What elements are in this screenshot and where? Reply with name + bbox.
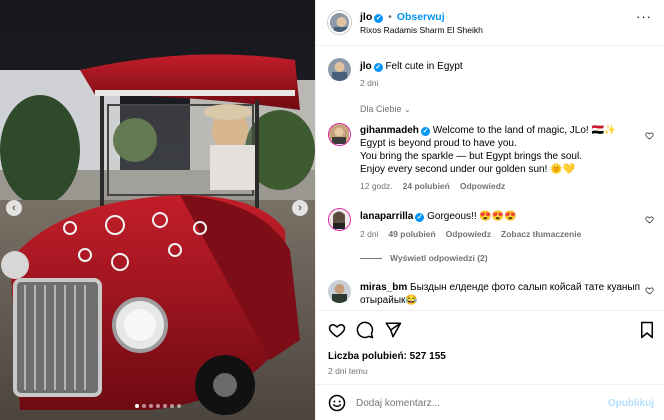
share-icon[interactable] [384, 321, 402, 339]
carousel-dot [148, 404, 153, 408]
caption-username[interactable]: jlo [360, 61, 372, 72]
comments-filter-dropdown[interactable]: Dla Ciebie ⌄ [360, 104, 411, 114]
caption-avatar[interactable] [328, 58, 351, 81]
more-options-icon[interactable]: ··· [636, 10, 652, 23]
avatar-image [329, 209, 349, 229]
avatar-image [330, 13, 349, 32]
comment-time: 2 dni [360, 229, 379, 239]
heart-icon[interactable] [645, 286, 654, 295]
comment-text: Быздын елденде фото салып койсай тате ку… [410, 282, 641, 293]
chevron-left-icon: ‹ [12, 201, 16, 214]
comment-line: You bring the sparkle — but Egypt brings… [360, 151, 582, 162]
caption-time: 2 dni [360, 78, 379, 88]
caption-text-row: jlo ✓ Felt cute in Egypt [360, 60, 463, 73]
carousel-dot [141, 404, 146, 408]
reply-button[interactable]: Odpowiedz [446, 229, 491, 239]
author-username[interactable]: jlo [360, 11, 372, 23]
author-avatar[interactable] [328, 11, 351, 34]
heart-icon[interactable] [328, 321, 346, 339]
replies-line [360, 257, 382, 259]
comment-line: Welcome to the land of magic, JLo! 🇪🇬✨ [432, 125, 617, 136]
smiley-icon[interactable] [328, 394, 346, 412]
likes-count[interactable]: Liczba polubień: 527 155 [328, 351, 446, 362]
follow-button[interactable]: Obserwuj [397, 11, 445, 23]
bookmark-icon[interactable] [639, 321, 655, 339]
carousel-prev-button[interactable]: ‹ [6, 200, 22, 216]
post-header: jlo ✓ • Obserwuj [360, 11, 445, 23]
comment-input[interactable] [356, 395, 596, 411]
avatar-image [328, 58, 351, 81]
post-photo[interactable]: ‹ › [0, 0, 315, 420]
actions-divider [316, 310, 664, 311]
verified-icon: ✓ [373, 63, 383, 72]
comment-body: miras_bm Быздын елденде фото салып койса… [360, 281, 650, 307]
comment-time: 12 godz. [360, 181, 393, 191]
comment-avatar[interactable] [328, 123, 351, 146]
verified-icon: ✓ [420, 127, 430, 136]
header-divider [316, 45, 664, 46]
avatar-image [329, 124, 349, 144]
caption-text: Felt cute in Egypt [385, 61, 463, 72]
comment-line: Enjoy every second under our golden sun!… [360, 164, 576, 175]
heart-icon[interactable] [645, 131, 654, 140]
car-photo-illustration [0, 0, 315, 420]
view-replies-label: Wyświetl odpowiedzi (2) [390, 253, 488, 263]
verified-icon: ✓ [415, 213, 425, 222]
carousel-indicator [0, 404, 315, 408]
verified-icon: ✓ [374, 14, 384, 23]
comment-icon[interactable] [356, 321, 374, 339]
comment-line: Egypt is beyond proud to have you. [360, 138, 517, 149]
carousel-dot [155, 404, 160, 408]
translate-button[interactable]: Zobacz tłumaczenie [501, 229, 581, 239]
comments-filter-label: Dla Ciebie [360, 104, 402, 114]
post-location[interactable]: Rixos Radamis Sharm El Sheikh [360, 25, 483, 35]
publish-button[interactable]: Opublikuj [608, 398, 654, 409]
post-sidebar: jlo ✓ • Obserwuj Rixos Radamis Sharm El S… [315, 0, 664, 420]
reply-button[interactable]: Odpowiedz [460, 181, 505, 191]
carousel-dot [169, 404, 174, 408]
post-time[interactable]: 2 dni temu [328, 366, 368, 376]
comment-text: Gorgeous!! 😍😍😍 [427, 211, 517, 222]
heart-icon[interactable] [645, 215, 654, 224]
chevron-down-icon: ⌄ [404, 105, 411, 114]
comment-body: gihanmadeh ✓ Welcome to the land of magic… [360, 124, 650, 176]
comment-username[interactable]: miras_bm [360, 282, 407, 293]
comment-body: lanaparrilla ✓ Gorgeous!! 😍😍😍 [360, 210, 517, 223]
comment-username[interactable]: lanaparrilla [360, 211, 413, 222]
carousel-dot [162, 404, 167, 408]
comment-avatar[interactable] [328, 208, 351, 231]
comment-text: отырайык😂 [360, 295, 418, 306]
separator-dot: • [388, 11, 392, 23]
comment-username[interactable]: gihanmadeh [360, 125, 419, 136]
view-replies-button[interactable]: Wyświetl odpowiedzi (2) [360, 253, 488, 263]
comment-meta: 12 godz. 24 polubień Odpowiedz [360, 181, 515, 191]
comment-likes[interactable]: 49 polubień [388, 229, 435, 239]
carousel-dot [176, 404, 181, 408]
carousel-dot [134, 404, 139, 408]
comment-avatar[interactable] [328, 280, 351, 303]
comment-meta: 2 dni 49 polubień Odpowiedz Zobacz tłumacze… [360, 229, 591, 239]
avatar-image [328, 280, 351, 303]
comment-likes[interactable]: 24 polubień [403, 181, 450, 191]
chevron-right-icon: › [298, 201, 302, 214]
carousel-next-button[interactable]: › [292, 200, 308, 216]
comment-divider [316, 384, 664, 385]
